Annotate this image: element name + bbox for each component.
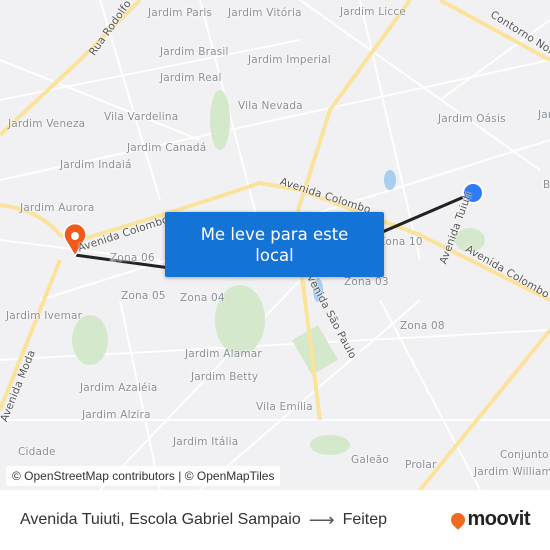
map-label: Zona 06: [110, 252, 155, 264]
map-label: Jardim Alamar: [185, 348, 262, 360]
map-label: Zona 10: [378, 236, 423, 248]
map-label: B: [543, 179, 550, 191]
map-label: Jar: [538, 109, 550, 121]
moovit-pin-icon: [448, 509, 469, 530]
map-label: Zona 08: [400, 320, 445, 332]
brand-name: moovit: [467, 508, 530, 530]
map-label: Zona 05: [121, 290, 166, 302]
map-label: Jardim Licce: [340, 6, 406, 18]
map-label: Jardim Oásis: [438, 113, 506, 125]
map-label: Cidade: [18, 446, 56, 458]
map-label: Jardim Aurora: [20, 202, 95, 214]
map-label: Jardim Itália: [173, 436, 239, 448]
moovit-logo: moovit: [448, 508, 530, 531]
map-label: Vila Emília: [256, 401, 313, 413]
origin-name: Avenida Tuiuti, Escola Gabriel Sampaio: [20, 511, 301, 528]
map-label: Zona 04: [180, 292, 225, 304]
map-label: Jardim Vitória: [228, 7, 302, 19]
map-label: Conjunto: [500, 449, 549, 461]
map-label: Zona 03: [344, 276, 389, 288]
map-label: Jardim Canadá: [127, 142, 207, 154]
map[interactable]: Jardim Paris Jardim Vitória Jardim Licce…: [0, 0, 550, 490]
map-label: Vila Nevada: [238, 100, 303, 112]
map-label: Vila Vardelina: [104, 111, 179, 123]
map-label: Jardim Azaléia: [80, 382, 158, 394]
map-label: Jardim Betty: [191, 371, 259, 383]
map-label: Jardim Alzira: [82, 409, 151, 421]
arrow-right-icon: ⟶: [308, 509, 335, 530]
map-label: Jardim William: [474, 466, 550, 478]
take-me-here-button[interactable]: Me leve para este local: [165, 212, 384, 277]
map-label: Jardim Imperial: [248, 54, 331, 66]
map-attribution[interactable]: © OpenStreetMap contributors | © OpenMap…: [6, 466, 281, 486]
map-label: Jardim Brasil: [160, 46, 229, 58]
map-label: Jardim Ivemar: [6, 310, 83, 322]
map-label: Jardim Paris: [148, 7, 213, 19]
map-label: Prolar: [405, 459, 437, 471]
map-label: Jardim Real: [160, 72, 222, 84]
map-label: Jardim Indaiá: [60, 159, 132, 171]
destination-name: Feitep: [342, 511, 388, 528]
map-label: Jardim Veneza: [8, 118, 86, 130]
map-label: Galeão: [351, 454, 390, 466]
